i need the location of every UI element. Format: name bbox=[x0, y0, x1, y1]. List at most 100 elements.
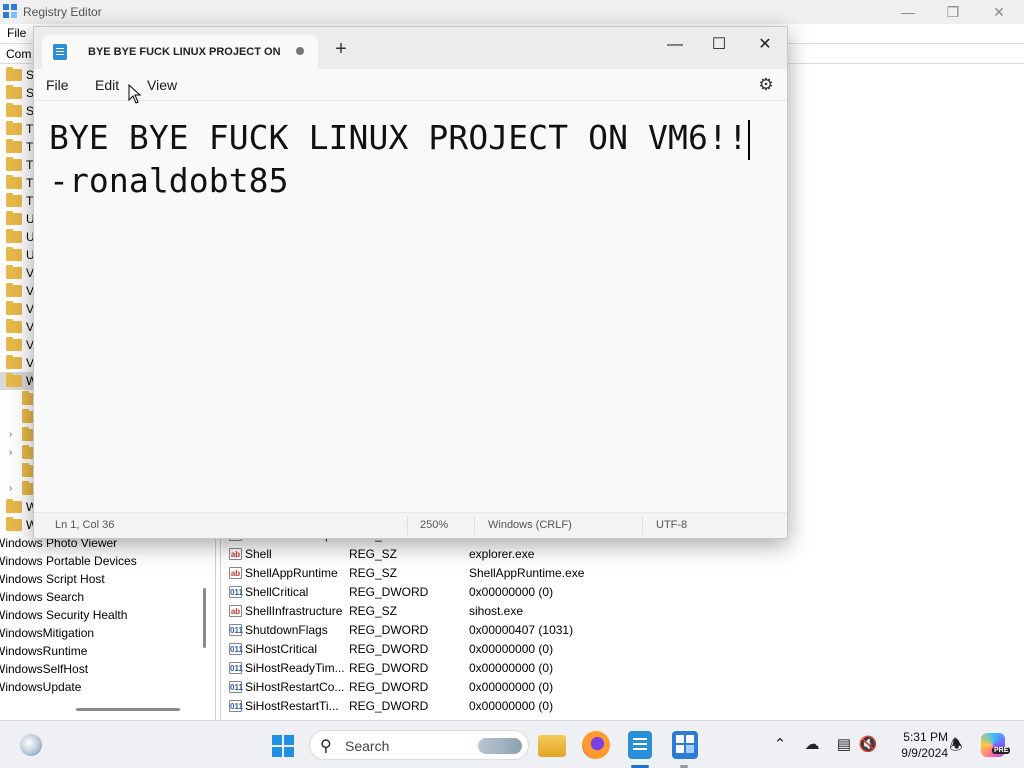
tree-item-label[interactable]: WindowsMitigation bbox=[0, 624, 94, 642]
value-row[interactable]: 011 ShutdownFlags REG_DWORD 0x00000407 (103… bbox=[229, 621, 1009, 640]
dword-value-icon: 011 bbox=[229, 643, 243, 655]
taskbar-search-box[interactable]: ⚲ Search bbox=[309, 730, 529, 760]
notepad-minimize-button[interactable]: — bbox=[652, 31, 698, 59]
notifications-bell-icon[interactable]: 🕭 bbox=[946, 735, 966, 760]
tree-item-label[interactable]: WindowsRuntime bbox=[0, 642, 87, 660]
folder-icon bbox=[6, 337, 22, 351]
notepad-maximize-button[interactable]: ☐ bbox=[696, 31, 742, 59]
notepad-close-button[interactable]: ✕ bbox=[742, 31, 788, 59]
value-row[interactable]: 011 SiHostReadyTim... REG_DWORD 0x00000000 … bbox=[229, 659, 1009, 678]
string-value-icon: ab bbox=[229, 548, 242, 560]
string-value-icon: ab bbox=[229, 605, 242, 617]
value-type: REG_SZ bbox=[349, 547, 398, 561]
value-row[interactable]: 011 SiHostRestartTi... REG_DWORD 0x00000000… bbox=[229, 697, 1009, 716]
show-hidden-icons-chevron-icon[interactable]: ⌃ bbox=[770, 735, 790, 753]
folder-icon bbox=[6, 319, 22, 333]
volume-muted-icon[interactable]: 🔇 bbox=[858, 735, 878, 753]
value-type: REG_DWORD bbox=[349, 623, 429, 637]
registry-editor-icon bbox=[3, 4, 17, 18]
notepad-titlebar[interactable]: BYE BYE FUCK LINUX PROJECT ON + — ☐ ✕ bbox=[34, 27, 787, 69]
value-name: SiHostReadyTim... bbox=[245, 661, 345, 675]
dword-value-icon: 011 bbox=[229, 624, 243, 636]
network-icon[interactable]: ▤ bbox=[834, 735, 854, 753]
value-data: explorer.exe bbox=[469, 547, 535, 561]
folder-icon bbox=[6, 175, 22, 189]
registry-editor-title: Registry Editor bbox=[23, 5, 102, 19]
value-type: REG_SZ bbox=[349, 604, 398, 618]
value-type: REG_DWORD bbox=[349, 699, 429, 713]
tree-vertical-scrollbar[interactable] bbox=[203, 588, 206, 648]
file-explorer-icon[interactable] bbox=[538, 735, 566, 757]
cloud-offline-icon[interactable]: ☁ bbox=[802, 735, 822, 753]
tree-item-label[interactable]: Windows Security Health bbox=[0, 606, 127, 624]
value-row[interactable]: 011 SiHostRestartCo... REG_DWORD 0x00000000… bbox=[229, 678, 1009, 697]
settings-gear-icon[interactable]: ⚙ bbox=[756, 75, 776, 95]
cursor-position: Ln 1, Col 36 bbox=[55, 519, 115, 531]
registry-editor-taskbar-icon[interactable] bbox=[672, 731, 698, 759]
address-text: Com bbox=[6, 47, 32, 61]
folder-icon bbox=[6, 265, 22, 279]
value-data: 0x00000000 (0) bbox=[469, 585, 554, 599]
menu-edit[interactable]: Edit bbox=[95, 77, 119, 93]
taskbar: ⚲ Search ⌃ ☁ ▤ 🔇 5:31 PM 9/9/2024 🕭 PRE bbox=[0, 720, 1024, 768]
encoding: UTF-8 bbox=[656, 519, 688, 531]
value-row[interactable]: 011 SiHostCritical REG_DWORD 0x00000000 (0) bbox=[229, 640, 1009, 659]
unsaved-dot-icon[interactable] bbox=[296, 47, 304, 55]
folder-icon bbox=[6, 103, 22, 117]
minimize-button[interactable]: — bbox=[885, 2, 931, 22]
folder-icon bbox=[6, 193, 22, 207]
menu-file[interactable]: File bbox=[7, 26, 26, 40]
firefox-icon[interactable] bbox=[582, 731, 610, 759]
value-row[interactable]: ab ShellInfrastructure REG_SZ sihost.exe bbox=[229, 602, 1009, 621]
start-button[interactable] bbox=[272, 735, 294, 757]
value-data: ShellAppRuntime.exe bbox=[469, 566, 585, 580]
folder-icon bbox=[6, 301, 22, 315]
tree-item-label[interactable]: WindowsUpdate bbox=[0, 678, 81, 696]
registry-editor-titlebar: Registry Editor — ❐ ✕ bbox=[0, 0, 1024, 24]
tree-item-label[interactable]: Windows Search bbox=[0, 588, 84, 606]
preview-badge: PRE bbox=[992, 747, 1011, 754]
expand-chevron-icon[interactable]: › bbox=[9, 426, 12, 444]
value-name: ShellAppRuntime bbox=[245, 566, 338, 580]
value-name: SiHostCritical bbox=[245, 642, 318, 656]
notepad-statusbar: Ln 1, Col 36 250% Windows (CRLF) UTF-8 bbox=[34, 512, 787, 538]
text-line-1: BYE BYE FUCK LINUX PROJECT ON VM6!! bbox=[49, 118, 748, 157]
notepad-taskbar-icon[interactable] bbox=[628, 731, 652, 759]
expand-chevron-icon[interactable]: › bbox=[9, 480, 12, 498]
value-name: ShellInfrastructure bbox=[245, 604, 343, 618]
value-row[interactable]: 011 ShellCritical REG_DWORD 0x00000000 (0) bbox=[229, 583, 1009, 602]
zoom-level: 250% bbox=[420, 519, 449, 531]
text-editor[interactable]: BYE BYE FUCK LINUX PROJECT ON VM6!! -ron… bbox=[34, 102, 787, 512]
value-row[interactable]: ab ShellAppRuntime REG_SZ ShellAppRuntime.e… bbox=[229, 564, 1009, 583]
folder-icon bbox=[6, 157, 22, 171]
close-button[interactable]: ✕ bbox=[976, 2, 1022, 22]
new-tab-button[interactable]: + bbox=[330, 39, 352, 61]
tree-item-label[interactable]: Windows Script Host bbox=[0, 570, 105, 588]
value-type: REG_DWORD bbox=[349, 680, 429, 694]
value-type: REG_DWORD bbox=[349, 661, 429, 675]
menu-view[interactable]: View bbox=[147, 77, 177, 93]
tree-horizontal-scrollbar[interactable] bbox=[76, 708, 180, 711]
folder-icon bbox=[6, 229, 22, 243]
string-value-icon: ab bbox=[229, 567, 242, 579]
weather-widget-icon[interactable] bbox=[20, 734, 42, 756]
value-row[interactable]: ab Shell REG_SZ explorer.exe bbox=[229, 545, 1009, 564]
expand-chevron-icon[interactable]: › bbox=[9, 444, 12, 462]
line-ending: Windows (CRLF) bbox=[488, 519, 572, 531]
maximize-button[interactable]: ❐ bbox=[930, 2, 976, 22]
notepad-tab[interactable]: BYE BYE FUCK LINUX PROJECT ON bbox=[42, 35, 318, 69]
folder-icon bbox=[6, 283, 22, 297]
menu-file[interactable]: File bbox=[46, 77, 69, 93]
value-type: REG_DWORD bbox=[349, 642, 429, 656]
status-divider bbox=[474, 517, 475, 535]
search-icon: ⚲ bbox=[320, 738, 332, 755]
text-caret bbox=[748, 120, 750, 160]
tab-title: BYE BYE FUCK LINUX PROJECT ON bbox=[88, 46, 281, 58]
tree-item-label[interactable]: Windows Portable Devices bbox=[0, 552, 137, 570]
system-clock[interactable]: 5:31 PM 9/9/2024 bbox=[888, 729, 948, 761]
value-name: SiHostRestartTi... bbox=[245, 699, 339, 713]
folder-icon bbox=[6, 121, 22, 135]
value-data: 0x00000407 (1031) bbox=[469, 623, 574, 637]
folder-icon bbox=[6, 139, 22, 153]
tree-item-label[interactable]: WindowsSelfHost bbox=[0, 660, 88, 678]
